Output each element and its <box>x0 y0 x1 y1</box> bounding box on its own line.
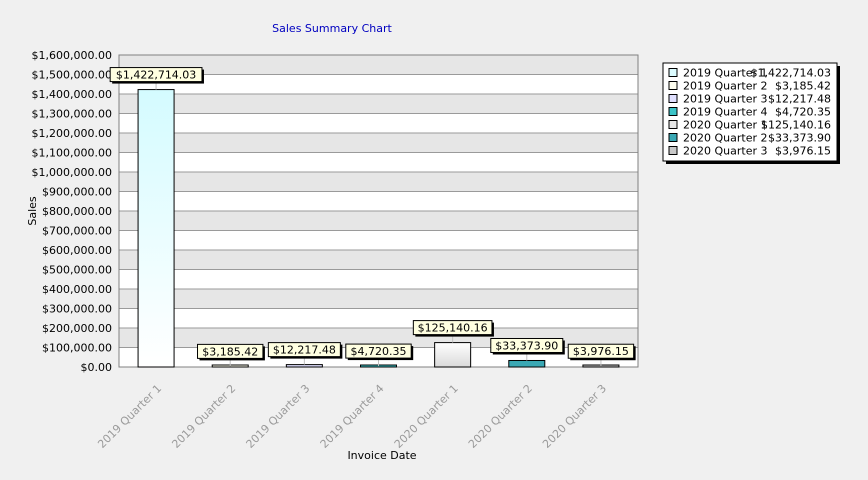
grid-band <box>119 133 638 153</box>
chart-title: Sales Summary Chart <box>272 22 392 35</box>
legend-series-value: $1,422,714.03 <box>751 67 831 80</box>
legend-swatch <box>668 94 678 103</box>
x-tick-label: 2019 Quarter 1 <box>95 382 164 451</box>
data-label: $12,217.48 <box>273 344 336 357</box>
y-axis-label: Sales <box>26 196 39 226</box>
x-axis-label: Invoice Date <box>347 449 416 462</box>
legend-series-value: $4,720.35 <box>775 106 831 119</box>
grid-band <box>119 250 638 270</box>
grid-band <box>119 211 638 231</box>
y-tick-label: $0.00 <box>81 361 113 374</box>
legend-series-name: 2019 Quarter 3 <box>683 93 767 106</box>
y-tick-label: $1,600,000.00 <box>32 49 112 62</box>
legend-series-name: 2020 Quarter 1 <box>683 119 767 132</box>
x-tick-label: 2020 Quarter 1 <box>392 382 461 451</box>
y-tick-label: $200,000.00 <box>42 322 112 335</box>
sales-summary-chart: Sales Summary Chart $0.00 $100,000.00 $200… <box>26 22 840 462</box>
legend-swatch <box>668 146 678 155</box>
data-label: $3,185.42 <box>202 345 258 358</box>
x-tick-label: 2019 Quarter 3 <box>244 382 313 451</box>
legend-series-value: $12,217.48 <box>768 93 831 106</box>
bar <box>434 342 472 368</box>
data-label: $33,373.90 <box>495 339 558 352</box>
legend-series-value: $125,140.16 <box>761 119 831 132</box>
data-label: $3,976.15 <box>573 345 629 358</box>
legend-series-name: 2019 Quarter 4 <box>683 106 767 119</box>
legend-series-name: 2020 Quarter 2 <box>683 132 767 145</box>
data-label: $1,422,714.03 <box>116 69 196 82</box>
legend-swatch <box>668 68 678 77</box>
data-label: $4,720.35 <box>351 345 407 358</box>
y-tick-label: $1,200,000.00 <box>32 127 112 140</box>
legend: 2019 Quarter 1$1,422,714.032019 Quarter … <box>662 62 840 164</box>
bar <box>137 89 175 368</box>
grid-band <box>119 172 638 192</box>
y-tick-label: $500,000.00 <box>42 264 112 277</box>
legend-series-value: $3,976.15 <box>775 145 831 158</box>
y-axis-ticks: $0.00 $100,000.00 $200,000.00 $300,000.00 $4… <box>32 49 112 374</box>
legend-swatch <box>668 81 678 90</box>
grid-band <box>119 94 638 114</box>
x-tick-label: 2020 Quarter 3 <box>540 382 609 451</box>
grid-band <box>119 289 638 309</box>
y-tick-label: $400,000.00 <box>42 283 112 296</box>
legend-series-name: 2020 Quarter 3 <box>683 145 767 158</box>
legend-series-name: 2019 Quarter 2 <box>683 80 767 93</box>
x-tick-label: 2019 Quarter 2 <box>169 382 238 451</box>
x-axis-tick-labels: 2019 Quarter 1 2019 Quarter 2 2019 Quarter… <box>95 382 609 451</box>
y-tick-label: $1,500,000.00 <box>32 69 112 82</box>
y-tick-label: $600,000.00 <box>42 244 112 257</box>
bar <box>285 364 323 368</box>
legend-series-value: $33,373.90 <box>768 132 831 145</box>
y-tick-label: $300,000.00 <box>42 303 112 316</box>
y-tick-label: $1,100,000.00 <box>32 147 112 160</box>
y-tick-label: $1,000,000.00 <box>32 166 112 179</box>
x-tick-label: 2020 Quarter 2 <box>466 382 535 451</box>
y-tick-label: $1,300,000.00 <box>32 108 112 121</box>
y-tick-label: $100,000.00 <box>42 342 112 355</box>
legend-swatch <box>668 120 678 129</box>
legend-swatch <box>668 107 678 116</box>
legend-swatch <box>668 133 678 142</box>
y-tick-label: $1,400,000.00 <box>32 88 112 101</box>
legend-series-value: $3,185.42 <box>775 80 831 93</box>
y-tick-label: $700,000.00 <box>42 225 112 238</box>
y-tick-label: $800,000.00 <box>42 205 112 218</box>
data-label: $125,140.16 <box>418 322 488 335</box>
x-tick-label: 2019 Quarter 4 <box>318 382 387 451</box>
bar <box>508 359 546 368</box>
y-tick-label: $900,000.00 <box>42 186 112 199</box>
